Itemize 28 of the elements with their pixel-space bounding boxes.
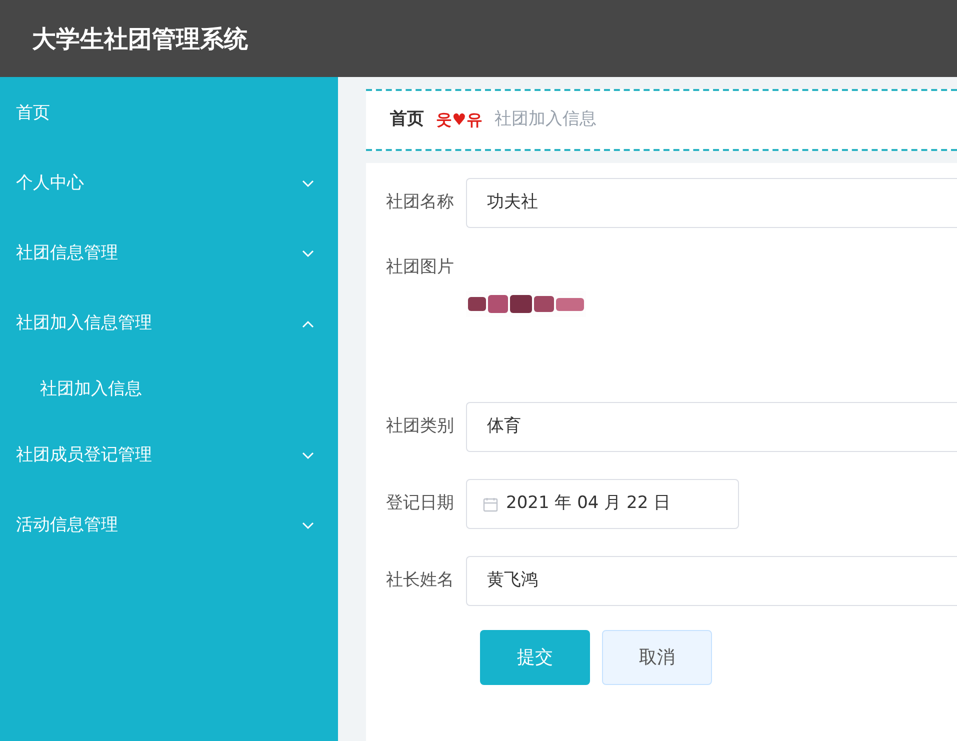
- field-label: 社团图片: [385, 256, 455, 279]
- menu-item[interactable]: 个人中心: [0, 149, 338, 219]
- submit-button[interactable]: 提交: [480, 630, 590, 685]
- submenu-item[interactable]: 社团加入信息: [0, 359, 338, 421]
- cancel-button[interactable]: 取消: [602, 630, 712, 685]
- chevron-down-icon: [302, 522, 314, 530]
- app-title: 大学生社团管理系统: [32, 24, 248, 54]
- breadcrumb-home[interactable]: 首页: [390, 107, 424, 133]
- field-label: 社团名称: [385, 191, 455, 214]
- text-field[interactable]: 体育: [466, 402, 957, 452]
- field-label: 社团类别: [385, 415, 455, 438]
- chevron-up-icon: [302, 320, 314, 328]
- field-label: 登记日期: [385, 492, 455, 516]
- field-label: 社长姓名: [385, 569, 455, 592]
- menu-item[interactable]: 社团成员登记管理: [0, 421, 338, 491]
- text-field[interactable]: 黄飞鸿: [466, 556, 957, 606]
- chevron-down-icon: [302, 180, 314, 188]
- calendar-icon: [483, 496, 498, 512]
- breadcrumb-separator: 웃♥유: [436, 109, 482, 131]
- menu-item[interactable]: 社团加入信息管理: [0, 289, 338, 359]
- menu-item[interactable]: 活动信息管理: [0, 491, 338, 561]
- breadcrumb-current: 社团加入信息: [494, 108, 596, 132]
- chevron-down-icon: [302, 452, 314, 460]
- menu-item[interactable]: 首页: [0, 79, 338, 149]
- chevron-down-icon: [302, 250, 314, 258]
- menu-item[interactable]: 社团信息管理: [0, 219, 338, 289]
- date-field[interactable]: 2021 年 04 月 22 日: [466, 479, 739, 529]
- text-field[interactable]: 功夫社: [466, 178, 957, 228]
